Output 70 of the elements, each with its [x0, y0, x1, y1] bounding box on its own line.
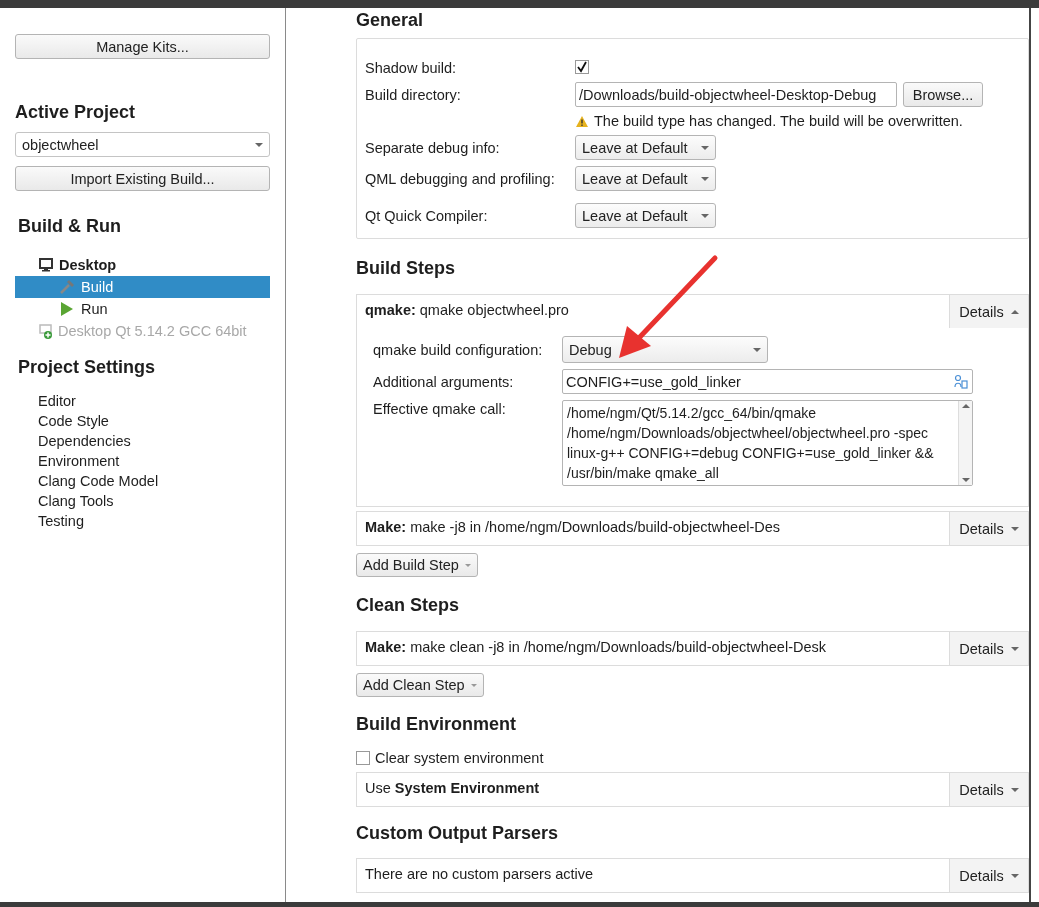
checkbox[interactable]	[575, 60, 589, 74]
details-button[interactable]: Details	[949, 512, 1028, 545]
section-title: Build & Run	[17, 215, 122, 238]
project-dropdown[interactable]: objectwheel	[15, 132, 270, 157]
browse-button[interactable]: Browse...	[903, 82, 983, 107]
step-summary: qmake: qmake objectwheel.pro	[364, 301, 570, 320]
configuration-dropdown[interactable]: Debug	[562, 336, 768, 363]
settings-item[interactable]: Testing	[38, 511, 270, 531]
warning-text: The build type has changed. The build will be overwritten.	[594, 113, 963, 129]
section-title: Build Environment	[356, 713, 517, 736]
section-title: Build Steps	[356, 257, 456, 280]
caret-icon	[1010, 646, 1019, 651]
settings-item[interactable]: Clang Tools	[38, 491, 270, 511]
checkbox-label[interactable]: Clear system environment	[375, 750, 544, 766]
section-title: General	[356, 9, 425, 32]
section-title: Clean Steps	[356, 594, 461, 617]
caret-icon	[1010, 787, 1019, 792]
field-label: Qt Quick Compiler:	[365, 207, 489, 224]
warning-icon	[575, 114, 589, 128]
settings-item[interactable]: Clang Code Model	[38, 471, 270, 491]
caret-icon	[701, 213, 709, 218]
play-icon	[59, 301, 75, 317]
step-summary: Make: make -j8 in /home/ngm/Downloads/build-objectwheel-Des	[364, 518, 782, 537]
settings-item[interactable]: Environment	[38, 451, 270, 471]
step-summary: Make: make clean -j8 in /home/ngm/Downloads/build-objectwheel-Desk	[364, 638, 827, 657]
add-step-button[interactable]: Add Clean Step	[356, 673, 484, 697]
details-button[interactable]: Details	[949, 859, 1028, 892]
caret-icon	[701, 176, 709, 181]
details-button[interactable]: Details	[949, 773, 1028, 806]
monitor-icon	[39, 258, 53, 272]
tree-item[interactable]: Build	[15, 276, 270, 298]
caret-icon	[1010, 873, 1019, 878]
qmake-call-field: /home/ngm/Qt/5.14.2/gcc_64/bin/qmake /home/ngm/Downloads/objectwheel/objectwheel.pro -spec linux-g++ CONFIG+=debug CONFIG+=use_gold_linker && /usr/bin/make qmake_all	[562, 400, 973, 486]
details-button[interactable]: Details	[949, 632, 1028, 665]
option-dropdown[interactable]: Leave at Default	[575, 135, 716, 160]
settings-item[interactable]: Code Style	[38, 411, 270, 431]
manage-kits-button[interactable]: Manage Kits...	[15, 34, 270, 59]
hammer-icon	[59, 279, 75, 295]
checkmark-icon	[576, 61, 588, 73]
caret-icon	[701, 145, 709, 150]
arguments-field[interactable]: CONFIG+=use_gold_linker	[562, 369, 973, 394]
section-title: Project Settings	[17, 356, 157, 379]
section-title: Active Project	[15, 101, 137, 124]
settings-item[interactable]: Editor	[38, 391, 270, 411]
caret-icon	[753, 347, 761, 352]
step-summary: Use System Environment	[364, 779, 541, 798]
directory-field[interactable]: /Downloads/build-objectwheel-Desktop-Debug	[575, 82, 897, 107]
step-summary: There are no custom parsers active	[364, 865, 595, 884]
field-label: Additional arguments:	[373, 373, 515, 390]
field-label: Separate debug info:	[365, 139, 501, 156]
add-step-button[interactable]: Add Build Step	[356, 553, 478, 577]
field-label: Effective qmake call:	[373, 400, 507, 417]
details-button[interactable]: Details	[949, 295, 1028, 328]
field-label: Build directory:	[365, 86, 462, 103]
checkbox[interactable]	[356, 751, 370, 765]
field-label: Shadow build:	[365, 60, 458, 76]
field-label: qmake build configuration:	[373, 341, 544, 358]
settings-item[interactable]: Dependencies	[38, 431, 270, 451]
section-title: Custom Output Parsers	[356, 822, 560, 845]
caret-icon	[1010, 309, 1019, 314]
tree-item[interactable]: Run	[15, 298, 270, 320]
caret-icon	[1010, 526, 1019, 531]
kit-item[interactable]: Desktop	[59, 257, 117, 273]
field-label: QML debugging and profiling:	[365, 170, 556, 187]
caret-icon	[255, 142, 263, 147]
variables-icon	[953, 374, 968, 389]
option-dropdown[interactable]: Leave at Default	[575, 203, 716, 228]
import-build-button[interactable]: Import Existing Build...	[15, 166, 270, 191]
option-dropdown[interactable]: Leave at Default	[575, 166, 716, 191]
monitor-add-icon	[39, 323, 53, 339]
